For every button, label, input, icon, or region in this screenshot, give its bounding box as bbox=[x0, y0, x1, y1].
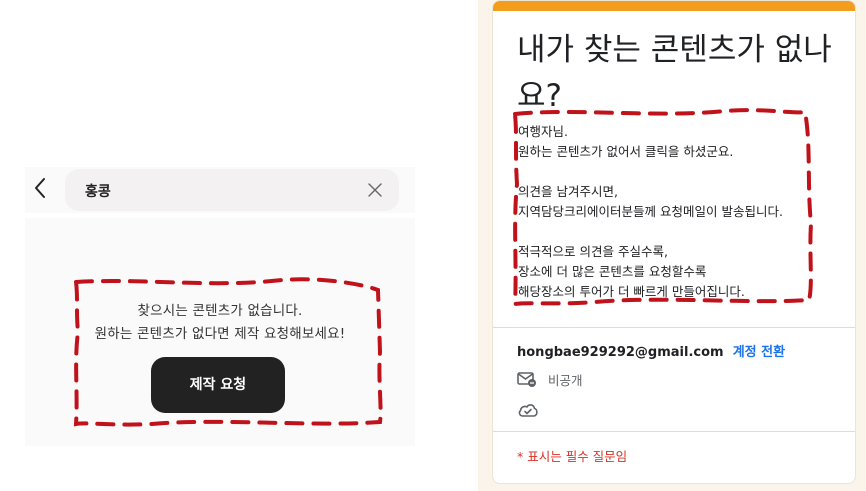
close-icon bbox=[368, 183, 382, 197]
annotation-dashed-box bbox=[73, 277, 383, 427]
clear-search-button[interactable] bbox=[365, 180, 385, 200]
search-query: 홍콩 bbox=[85, 184, 111, 200]
required-note: * 표시는 필수 질문임 bbox=[517, 449, 628, 464]
annotation-dashed-box bbox=[512, 108, 814, 307]
search-bar: 홍콩 bbox=[25, 167, 415, 213]
cloud-saved-icon bbox=[518, 404, 538, 417]
switch-account-link[interactable]: 계정 전환 bbox=[733, 345, 785, 360]
privacy-label: 비공개 bbox=[548, 373, 583, 388]
divider bbox=[493, 431, 855, 432]
search-input[interactable]: 홍콩 bbox=[65, 169, 399, 211]
account-row: hongbae929292@gmail.com 계정 전환 bbox=[517, 341, 785, 360]
divider bbox=[493, 327, 855, 328]
mail-private-icon bbox=[517, 372, 536, 387]
back-button[interactable] bbox=[33, 176, 55, 202]
chevron-left-icon bbox=[35, 178, 45, 198]
form-accent-bar bbox=[493, 1, 855, 11]
account-email: hongbae929292@gmail.com bbox=[517, 345, 724, 360]
